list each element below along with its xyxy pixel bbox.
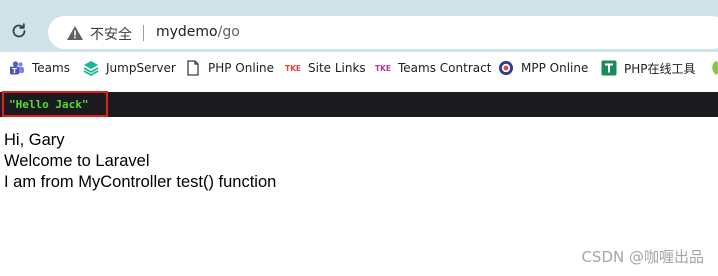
bookmark-site-links[interactable]: TKE Site Links — [285, 58, 366, 78]
teams-icon: T — [9, 60, 25, 76]
svg-text:T: T — [12, 67, 17, 75]
browser-toolbar: 不安全 mydemo/go — [0, 0, 718, 52]
bookmark-php-online[interactable]: PHP Online — [185, 58, 274, 78]
controller-line: I am from MyController test() function — [4, 173, 277, 191]
bookmark-php-tools[interactable]: PHP在线工具 — [601, 58, 696, 78]
address-bar[interactable]: 不安全 mydemo/go — [48, 16, 718, 49]
dump-string: "Hello Jack" — [9, 98, 89, 111]
bookmark-teams[interactable]: T Teams — [9, 58, 70, 78]
reload-icon[interactable] — [8, 20, 30, 42]
url-path: /go — [217, 24, 240, 40]
tke-icon: TKE — [375, 60, 391, 76]
bookmark-mpp-online[interactable]: MPP Online — [498, 58, 588, 78]
bookmark-label: Site Links — [308, 61, 366, 75]
tke-icon: TKE — [285, 60, 301, 76]
bookmark-label: MPP Online — [521, 61, 589, 75]
svg-text:TKE: TKE — [285, 64, 301, 73]
page-icon — [185, 60, 201, 76]
bookmark-teams-contract[interactable]: TKE Teams Contract — [375, 58, 491, 78]
security-label[interactable]: 不安全 — [90, 24, 132, 44]
url-text[interactable]: mydemo/go — [156, 24, 240, 40]
bookmark-label: JumpServer — [106, 61, 176, 75]
greeting-line: Hi, Gary — [4, 131, 65, 149]
bookmark-label: Teams — [32, 61, 70, 75]
bookmarks-bar: T Teams JumpServer PHP Online TKE Site L… — [0, 52, 718, 83]
page-content: Hi, Gary Welcome to Laravel I am from My… — [4, 130, 276, 193]
jumpserver-icon — [83, 60, 99, 76]
bookmark-label: PHP在线工具 — [624, 61, 696, 76]
bookmark-label: Teams Contract — [398, 61, 492, 75]
bookmark-jumpserver[interactable]: JumpServer — [83, 58, 176, 78]
url-host: mydemo — [156, 24, 218, 40]
warning-triangle-icon[interactable] — [66, 25, 84, 41]
leaf-icon — [708, 60, 718, 76]
t-icon — [601, 60, 617, 76]
svg-text:TKE: TKE — [375, 64, 391, 73]
bookmark-label: PHP Online — [208, 61, 275, 75]
mpp-icon — [498, 60, 514, 76]
omnibox-separator — [143, 25, 144, 41]
bookmark-overflow[interactable] — [708, 58, 718, 78]
welcome-line: Welcome to Laravel — [4, 152, 150, 170]
watermark: CSDN @咖喱出品 — [581, 248, 704, 266]
